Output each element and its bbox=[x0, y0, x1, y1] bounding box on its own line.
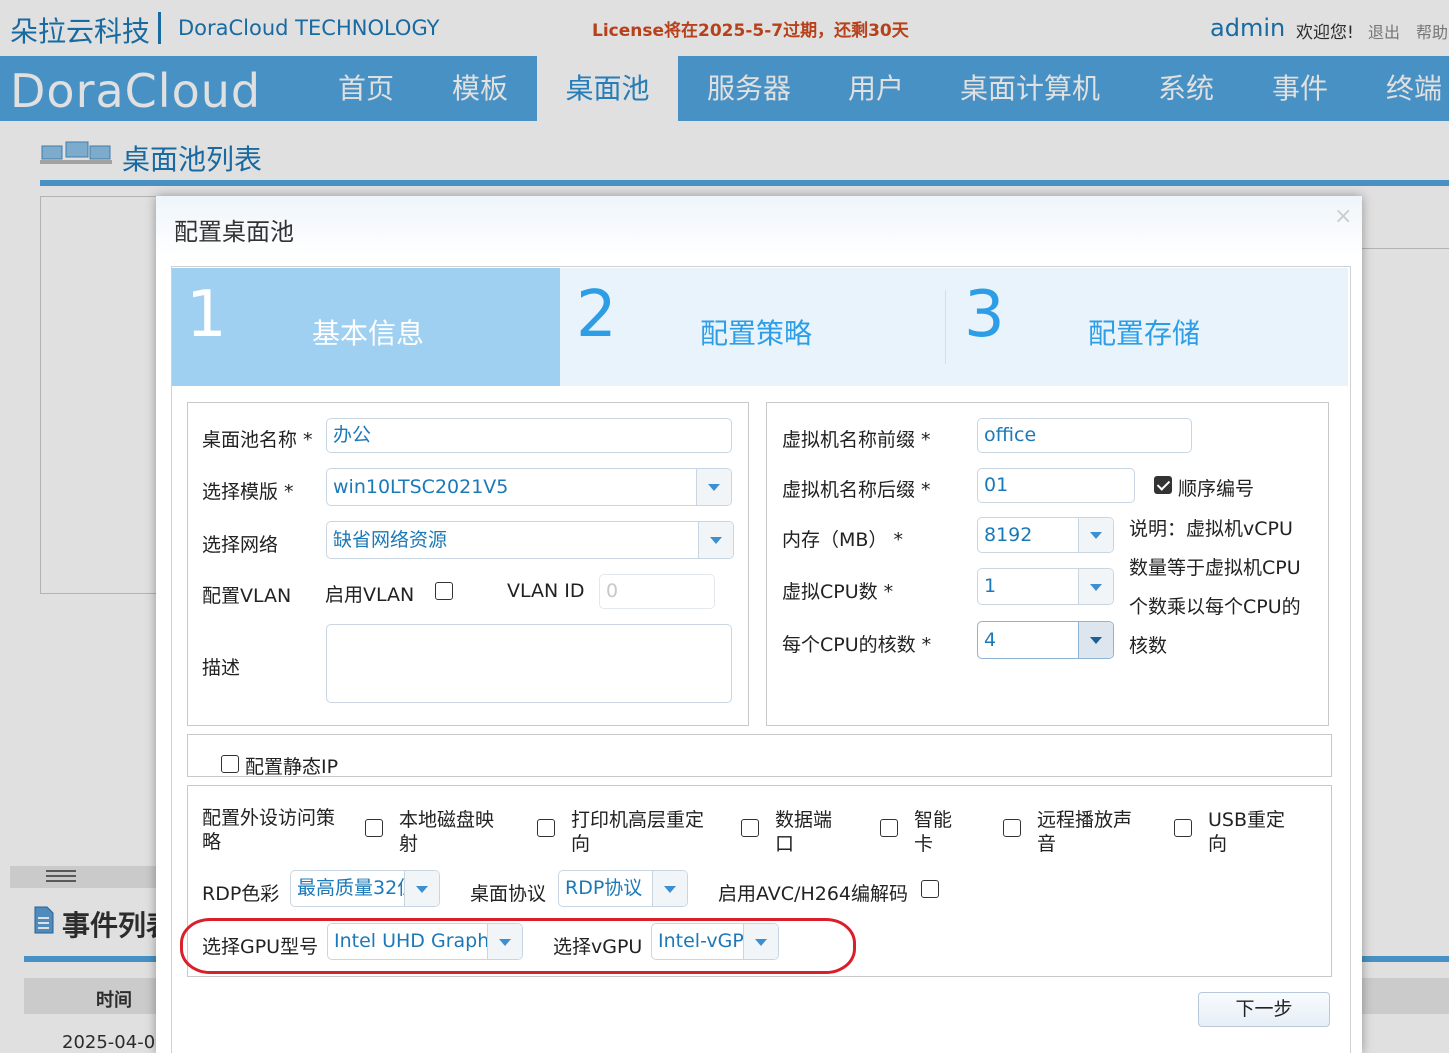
step-number: 1 bbox=[186, 278, 227, 352]
label-line: USB重定 bbox=[1208, 809, 1286, 831]
label-line: 卡 bbox=[914, 833, 934, 855]
static-ip-label: 配置静态IP bbox=[245, 756, 339, 778]
chevron-down-icon[interactable] bbox=[698, 522, 733, 558]
rdp-color-label: RDP色彩 bbox=[202, 883, 280, 905]
pool-name-input[interactable]: 办公 bbox=[326, 418, 732, 453]
dialog-title: 配置桌面池 bbox=[174, 218, 294, 246]
sequential-number-checkbox[interactable] bbox=[1154, 476, 1172, 494]
avc-h264-checkbox[interactable] bbox=[921, 880, 939, 898]
label-line: 口 bbox=[775, 833, 795, 855]
usb-redirect-checkbox[interactable] bbox=[1174, 819, 1192, 837]
cores-per-cpu-value: 4 bbox=[984, 629, 997, 651]
chevron-down-icon[interactable] bbox=[1078, 622, 1113, 658]
note-line: 个数乘以每个CPU的 bbox=[1129, 596, 1301, 618]
desktop-protocol-label: 桌面协议 bbox=[470, 883, 547, 905]
static-ip-checkbox[interactable] bbox=[221, 755, 239, 773]
chevron-down-icon[interactable] bbox=[1078, 569, 1113, 604]
network-selected-value: 缺省网络资源 bbox=[333, 529, 448, 551]
vlan-config-label: 配置VLAN bbox=[202, 585, 292, 607]
label-line: 打印机高层重定 bbox=[571, 809, 705, 831]
step-policy[interactable]: 2 配置策略 bbox=[560, 268, 946, 386]
smart-card-checkbox[interactable] bbox=[880, 819, 898, 837]
rdp-color-select[interactable]: 最高质量32位 bbox=[290, 870, 440, 907]
next-step-button[interactable]: 下一步 bbox=[1198, 992, 1330, 1027]
label-line: 向 bbox=[1208, 833, 1228, 855]
label-line: 向 bbox=[571, 833, 591, 855]
rdp-color-value: 最高质量32位 bbox=[297, 877, 417, 899]
enable-vlan-label: 启用VLAN bbox=[325, 584, 415, 606]
data-port-checkbox[interactable] bbox=[741, 819, 759, 837]
vcpu-explanation-note: 说明：虚拟机vCPU 数量等于虚拟机CPU 个数乘以每个CPU的 核数 bbox=[1129, 510, 1301, 666]
memory-select[interactable]: 8192 bbox=[977, 517, 1114, 553]
step-storage[interactable]: 3 配置存储 bbox=[946, 268, 1348, 386]
peripheral-policy-label: 配置外设访问策 略 bbox=[202, 806, 335, 854]
label-line: 射 bbox=[399, 833, 419, 855]
printer-redirect-label: 打印机高层重定 向 bbox=[571, 808, 704, 856]
label-line: 本地磁盘映 bbox=[399, 809, 495, 831]
step-number: 3 bbox=[964, 278, 1005, 352]
cores-per-cpu-select[interactable]: 4 bbox=[977, 621, 1114, 659]
step-label: 配置存储 bbox=[1088, 317, 1201, 350]
note-line: 数量等于虚拟机CPU bbox=[1129, 557, 1301, 579]
template-select[interactable]: win10LTSC2021V5 bbox=[326, 468, 732, 506]
label-line: 远程播放声 bbox=[1037, 809, 1133, 831]
chevron-down-icon[interactable] bbox=[1078, 518, 1113, 552]
label-line: 数据端 bbox=[775, 809, 833, 831]
dialog-header: 配置桌面池 × bbox=[156, 196, 1362, 256]
highlight-annotation-ring bbox=[180, 918, 856, 974]
enable-vlan-checkbox[interactable] bbox=[435, 582, 453, 600]
desktop-protocol-select[interactable]: RDP协议 bbox=[558, 870, 688, 907]
network-label: 选择网络 bbox=[202, 534, 279, 556]
chevron-down-icon[interactable] bbox=[652, 871, 687, 906]
smart-card-label: 智能 卡 bbox=[914, 808, 952, 856]
label-line: 智能 bbox=[914, 809, 953, 831]
close-icon[interactable]: × bbox=[1334, 204, 1352, 229]
remote-audio-checkbox[interactable] bbox=[1003, 819, 1021, 837]
vm-suffix-label: 虚拟机名称后缀 * bbox=[782, 479, 931, 501]
step-number: 2 bbox=[576, 278, 617, 352]
pool-name-label: 桌面池名称 * bbox=[202, 429, 313, 451]
vcpu-count-value: 1 bbox=[984, 575, 997, 597]
memory-value: 8192 bbox=[984, 524, 1033, 546]
vlan-id-label: VLAN ID bbox=[507, 580, 585, 602]
vm-prefix-input[interactable]: office bbox=[977, 418, 1192, 453]
template-label: 选择模版 * bbox=[202, 481, 294, 503]
step-label: 基本信息 bbox=[312, 317, 425, 350]
description-textarea[interactable] bbox=[326, 624, 732, 703]
printer-redirect-checkbox[interactable] bbox=[537, 819, 555, 837]
note-line: 核数 bbox=[1129, 635, 1168, 657]
label-line: 音 bbox=[1037, 833, 1057, 855]
step-label: 配置策略 bbox=[700, 317, 813, 350]
chevron-down-icon[interactable] bbox=[404, 871, 439, 906]
avc-h264-label: 启用AVC/H264编解码 bbox=[718, 883, 909, 905]
local-disk-mapping-label: 本地磁盘映 射 bbox=[399, 808, 494, 856]
label-line: 配置外设访问策 bbox=[202, 807, 336, 829]
local-disk-mapping-checkbox[interactable] bbox=[365, 819, 383, 837]
static-ip-panel bbox=[187, 734, 1332, 777]
vcpu-count-select[interactable]: 1 bbox=[977, 568, 1114, 605]
description-label: 描述 bbox=[202, 657, 241, 679]
template-selected-value: win10LTSC2021V5 bbox=[333, 476, 509, 498]
label-line: 略 bbox=[202, 831, 222, 853]
chevron-down-icon[interactable] bbox=[696, 469, 731, 505]
vcpu-count-label: 虚拟CPU数 * bbox=[782, 581, 894, 603]
remote-audio-label: 远程播放声 音 bbox=[1037, 808, 1132, 856]
vm-prefix-label: 虚拟机名称前缀 * bbox=[782, 429, 931, 451]
cores-per-cpu-label: 每个CPU的核数 * bbox=[782, 634, 932, 656]
step-basic-info[interactable]: 1 基本信息 bbox=[172, 268, 560, 386]
desktop-protocol-value: RDP协议 bbox=[565, 877, 643, 899]
data-port-label: 数据端 口 bbox=[775, 808, 832, 856]
usb-redirect-label: USB重定 向 bbox=[1208, 808, 1285, 856]
vm-suffix-input[interactable]: 01 bbox=[977, 468, 1135, 503]
sequential-number-label: 顺序编号 bbox=[1178, 478, 1255, 500]
note-line: 说明：虚拟机vCPU bbox=[1129, 518, 1293, 540]
vlan-id-input[interactable]: 0 bbox=[599, 574, 715, 609]
network-select[interactable]: 缺省网络资源 bbox=[326, 521, 734, 559]
memory-label: 内存（MB） * bbox=[782, 529, 903, 551]
